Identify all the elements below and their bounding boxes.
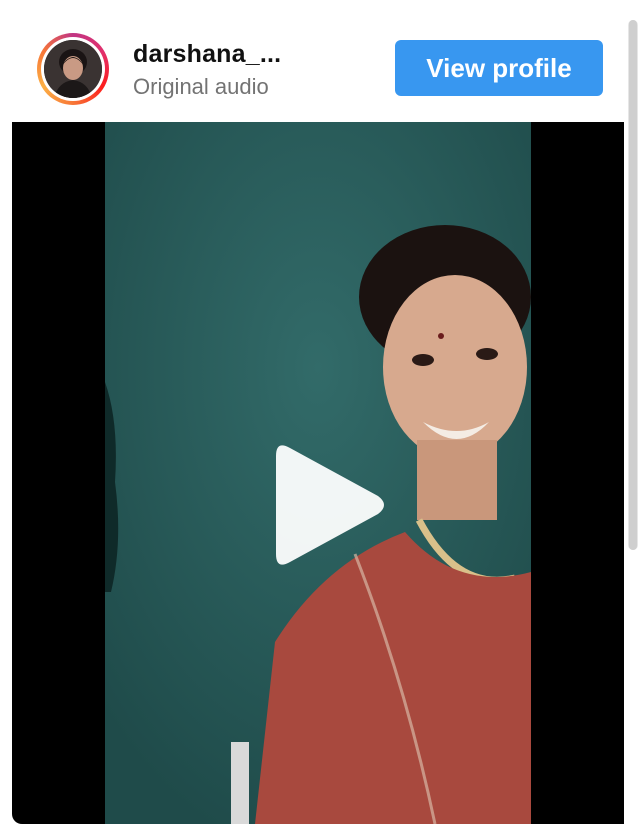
post-header: darshana_... Original audio View profile — [12, 14, 624, 122]
page-scrollbar[interactable] — [628, 20, 638, 550]
avatar[interactable] — [44, 40, 102, 98]
audio-label[interactable]: Original audio — [133, 74, 269, 100]
avatar-story-ring[interactable] — [37, 33, 109, 105]
video-player[interactable] — [12, 122, 624, 824]
avatar-ring-gap — [41, 37, 105, 101]
instagram-embed-card: darshana_... Original audio View profile — [12, 14, 624, 824]
play-button[interactable] — [262, 438, 392, 572]
avatar-image — [44, 40, 102, 98]
username[interactable]: darshana_... — [133, 40, 281, 69]
view-profile-button[interactable]: View profile — [395, 40, 603, 96]
play-icon — [276, 445, 384, 565]
scrollbar-thumb[interactable] — [629, 20, 637, 550]
